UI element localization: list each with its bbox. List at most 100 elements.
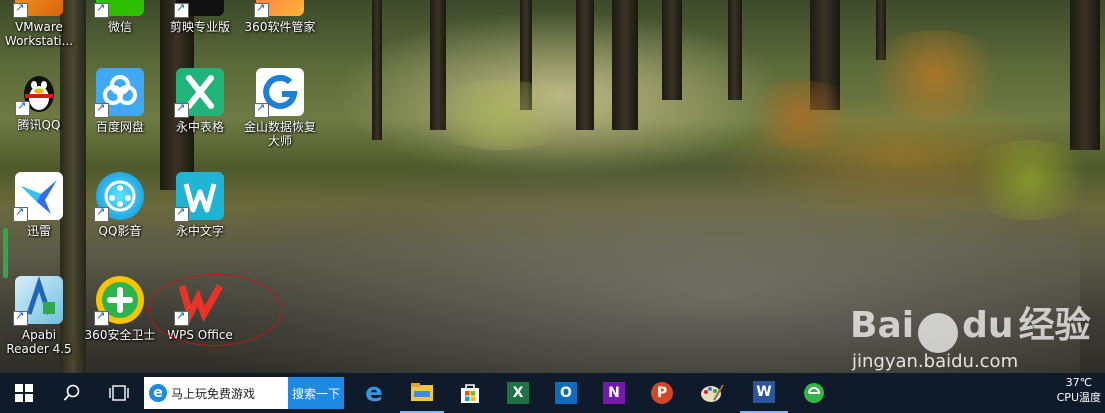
tree-trunk (1070, 0, 1100, 150)
qq-player-icon (94, 172, 144, 222)
game-search-input[interactable]: e 马上玩免费游戏 (144, 377, 290, 409)
baidu-netdisk-icon (94, 68, 144, 118)
desktop-icon-label: 微信 (107, 20, 132, 34)
edge-icon: e (365, 378, 383, 408)
desktop-icon-label: 360软件管家 (244, 20, 316, 34)
desktop-icon-wechat[interactable]: 微信 (81, 0, 159, 34)
side-indicator (3, 228, 8, 278)
desktop-icon-label: 永中文字 (175, 224, 224, 238)
powerpoint-icon: P (651, 382, 673, 404)
shortcut-arrow-icon (174, 205, 189, 222)
watermark-brand-right: du (962, 305, 1014, 346)
green-browser-icon (804, 383, 824, 403)
shortcut-arrow-icon (174, 101, 189, 118)
jianying-icon (174, 0, 224, 18)
desktop-icon-label: Apabi Reader 4.5 (6, 328, 72, 356)
qq-penguin-icon (15, 70, 61, 116)
search-now-button[interactable]: 搜索一下 (288, 377, 344, 409)
data-recovery-icon (254, 68, 304, 118)
desktop-icon-kingsoft-data-recovery[interactable]: 金山数据恢复 大师 (241, 68, 319, 148)
taskbar-app-word[interactable]: W (740, 373, 788, 413)
taskbar-app-file-explorer[interactable] (400, 373, 444, 413)
start-button[interactable] (0, 373, 48, 413)
search-icon (63, 384, 80, 401)
wechat-icon (94, 0, 144, 18)
desktop-icon-yozo-sheet[interactable]: 永中表格 (161, 68, 239, 134)
shortcut-arrow-icon (254, 1, 269, 18)
outlook-icon: O (555, 382, 577, 404)
desktop-icon-baidu-netdisk[interactable]: 百度网盘 (81, 68, 159, 134)
shortcut-arrow-icon (94, 205, 109, 222)
taskbar-app-excel[interactable]: X (496, 373, 540, 413)
baidu-jingyan-watermark: Bai du 经验 jingyan.baidu.com (850, 296, 1091, 372)
windows-logo-icon (15, 384, 33, 402)
search-box-text: 马上玩免费游戏 (171, 386, 256, 401)
desktop-icon-apabi-reader[interactable]: Apabi Reader 4.5 (0, 276, 78, 356)
desktop-icon-label: 金山数据恢复 大师 (243, 120, 316, 148)
shortcut-arrow-icon (174, 1, 189, 18)
ie-icon: e (149, 384, 167, 402)
task-view-icon (109, 385, 129, 401)
cpu-temp-value: 37℃ (1065, 376, 1092, 389)
taskbar-app-edge[interactable]: e (352, 373, 396, 413)
shortcut-arrow-icon (13, 1, 28, 18)
taskbar: e 马上玩免费游戏 搜索一下 e X O N P W 37℃ CPU温度 (0, 373, 1105, 413)
cpu-temperature[interactable]: 37℃ CPU温度 (1057, 375, 1101, 405)
paint-icon (701, 384, 724, 402)
shortcut-arrow-icon (13, 309, 28, 326)
taskbar-app-store[interactable] (448, 373, 492, 413)
desktop-icon-label: 360安全卫士 (84, 328, 156, 342)
desktop-icon-label: 腾讯QQ (17, 118, 61, 132)
shortcut-arrow-icon (13, 205, 28, 222)
vmware-icon (13, 0, 63, 18)
tree-trunk (612, 0, 638, 130)
desktop-icon-xunlei[interactable]: 迅雷 (0, 172, 78, 238)
autumn-foliage (860, 30, 1010, 120)
onenote-icon: N (603, 382, 625, 404)
shortcut-arrow-icon (94, 309, 109, 326)
desktop-icon-qq[interactable]: 腾讯QQ (0, 70, 78, 132)
word-icon: W (753, 381, 775, 403)
shortcut-arrow-icon (94, 1, 109, 18)
taskbar-app-powerpoint[interactable]: P (640, 373, 684, 413)
desktop-icon-label: VMware Workstati... (4, 20, 74, 48)
file-explorer-icon (411, 383, 433, 401)
green-foliage (960, 140, 1100, 220)
taskbar-app-outlook[interactable]: O (544, 373, 588, 413)
desktop-icon-jianying[interactable]: 剪映专业版 (161, 0, 239, 34)
task-view-button[interactable] (96, 373, 142, 413)
xunlei-icon (13, 172, 63, 222)
taskbar-app-paint[interactable] (690, 373, 734, 413)
watermark-brand-left: Bai (850, 305, 915, 346)
desktop-icon-label: 百度网盘 (95, 120, 144, 134)
excel-icon: X (507, 382, 529, 404)
taskbar-app-browser[interactable] (792, 373, 836, 413)
desktop-icon-qq-player[interactable]: QQ影音 (81, 172, 159, 238)
store-icon (461, 384, 479, 403)
tree-trunk (372, 0, 382, 140)
apabi-reader-icon (13, 276, 63, 326)
yozo-writer-icon (174, 172, 224, 222)
baidu-paw-icon (918, 312, 959, 353)
taskbar-search-button[interactable] (50, 373, 94, 413)
taskbar-app-onenote[interactable]: N (592, 373, 636, 413)
shortcut-arrow-icon (94, 101, 109, 118)
desktop-icon-yozo-writer[interactable]: 永中文字 (161, 172, 239, 238)
watermark-brand-cn: 经验 (1018, 305, 1091, 346)
tree-trunk (728, 0, 742, 100)
desktop-icon-vmware[interactable]: VMware Workstati... (0, 0, 78, 48)
cpu-temp-label: CPU温度 (1056, 391, 1101, 404)
desktop-icon-label: QQ影音 (98, 224, 142, 238)
360-security-icon (94, 276, 144, 326)
shortcut-arrow-icon (254, 101, 269, 118)
watermark-url: jingyan.baidu.com (852, 350, 1019, 372)
desktop-icon-360-software-manager[interactable]: 360软件管家 (241, 0, 319, 34)
annotation-ellipse (148, 274, 282, 346)
autumn-foliage (740, 80, 860, 150)
shortcut-arrow-icon (15, 99, 30, 116)
green-foliage (420, 80, 580, 150)
desktop-icon-label: 迅雷 (26, 224, 51, 238)
yozo-sheet-icon (174, 68, 224, 118)
desktop-icon-label: 永中表格 (175, 120, 224, 134)
360-software-manager-icon (254, 0, 304, 18)
